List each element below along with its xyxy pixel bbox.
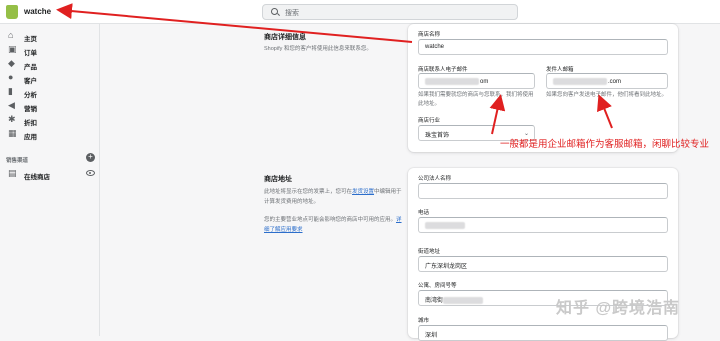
store-details-description: Shopify 和您的客户将使用此信息来联系您。 [264,46,372,52]
sender-email-suffix: .com [608,79,622,86]
tag-icon: ◆ [8,58,15,68]
store-name[interactable]: watche [24,7,51,16]
search-icon [271,8,278,15]
shopify-logo-icon[interactable] [6,5,18,19]
home-icon: ⌂ [8,30,14,40]
top-bar: watche 搜索 [0,0,720,24]
shipping-settings-link[interactable]: 发货设置 [352,189,374,195]
sidebar-item-marketing[interactable]: ◀ 营销 [0,99,100,113]
sidebar-item-label: 订单 [24,49,37,57]
sidebar-item-orders[interactable]: ▣ 订单 [0,43,100,57]
sidebar-item-label: 在线商店 [24,173,50,181]
search-placeholder: 搜索 [285,10,299,17]
city-field[interactable]: 深圳 [418,325,668,341]
add-channel-button[interactable]: + [86,153,95,162]
store-address-description: 此地址将显示在您的发票上，您可在发货设置中编辑用于计算发货费用的地址。 [264,187,404,207]
sidebar-item-products[interactable]: ◆ 产品 [0,57,100,71]
phone-label: 电话 [418,210,430,216]
industry-value: 珠宝首饰 [425,133,450,139]
sender-email-help: 如果您向客户发送电子邮件，他们将看到此地址。 [546,92,668,98]
sidebar-item-customers[interactable]: ● 客户 [0,71,100,85]
sales-channels-heading: 销售渠道 [6,158,29,164]
store-address-description-2: 您的主要营业地点可能会影响您的商店中可用的应用。详细了解应用要求 [264,215,404,235]
apartment-label: 公寓、房间号等 [418,283,457,289]
contact-email-field[interactable]: om [418,73,535,89]
search-input[interactable]: 搜索 [262,4,518,20]
redacted-text [553,78,607,85]
sidebar-item-label: 应用 [24,133,37,141]
sidebar-item-label: 折扣 [24,119,37,127]
sidebar-item-home[interactable]: ⌂ 主页 [0,29,100,43]
annotation-text: 一般都是用企业邮箱作为客服邮箱，闲聊比较专业 [500,139,710,150]
bar-chart-icon: ▮ [8,86,13,96]
contact-email-help: 如果我们需要就您的商店与您联系，我们将使用此地址。 [418,92,534,107]
discount-icon: ✱ [8,114,16,124]
sidebar-item-label: 营销 [24,105,37,113]
store-details-card: 商店名称 watche 商店联系人电子邮件 om 如果我们需要就您的商店与您联系… [408,24,678,152]
sidebar-item-label: 分析 [24,91,37,99]
legal-name-field[interactable] [418,183,668,199]
megaphone-icon: ◀ [8,100,15,110]
sidebar-item-label: 主页 [24,35,37,43]
person-icon: ● [8,72,14,82]
redacted-text [425,78,479,85]
contact-email-label: 商店联系人电子邮件 [418,67,468,73]
store-name-label: 商店名称 [418,32,441,38]
apartment-value: 南湾街 [425,298,444,304]
sender-email-label: 发件人邮箱 [546,67,574,73]
street-value: 广东深圳龙岗区 [425,264,468,270]
address-desc-text: 此地址将显示在您的发票上，您可在 [264,189,353,195]
store-address-title: 商店地址 [264,176,292,183]
city-value: 深圳 [425,333,438,339]
apps-icon: ▦ [8,128,17,138]
store-name-field[interactable]: watche [418,39,668,55]
industry-label: 商店行业 [418,118,441,124]
store-icon: ▤ [8,168,17,178]
sidebar-item-discounts[interactable]: ✱ 折扣 [0,113,100,127]
sidebar-item-analytics[interactable]: ▮ 分析 [0,85,100,99]
address-desc2-text: 您的主要营业地点可能会影响您的商店中可用的应用。 [264,217,397,223]
view-store-eye-icon[interactable] [86,170,95,176]
redacted-text [443,296,484,304]
store-name-value: watche [425,44,445,50]
orders-icon: ▣ [8,44,17,54]
city-label: 城市 [418,318,430,324]
sender-email-field[interactable]: .com [546,73,668,89]
street-label: 街道地址 [418,249,441,255]
sidebar-item-online-store[interactable]: ▤ 在线商店 [0,167,100,181]
sidebar-item-label: 产品 [24,63,37,71]
sidebar: ⌂ 主页 ▣ 订单 ◆ 产品 ● 客户 ▮ 分析 ◀ 营销 ✱ 折扣 ▦ 应用 … [0,24,100,336]
sidebar-item-label: 客户 [24,77,37,85]
phone-field[interactable] [418,217,668,233]
redacted-text [425,222,465,229]
contact-email-suffix: om [480,79,489,86]
street-field[interactable]: 广东深圳龙岗区 [418,256,668,272]
store-details-title: 商店详细信息 [264,34,306,41]
sidebar-item-apps[interactable]: ▦ 应用 [0,127,100,141]
main-content: 商店详细信息 Shopify 和您的客户将使用此信息来联系您。 商店名称 wat… [100,24,720,341]
legal-name-label: 公司法人名称 [418,176,452,182]
watermark: 知乎 @跨境浩南 [556,300,681,317]
